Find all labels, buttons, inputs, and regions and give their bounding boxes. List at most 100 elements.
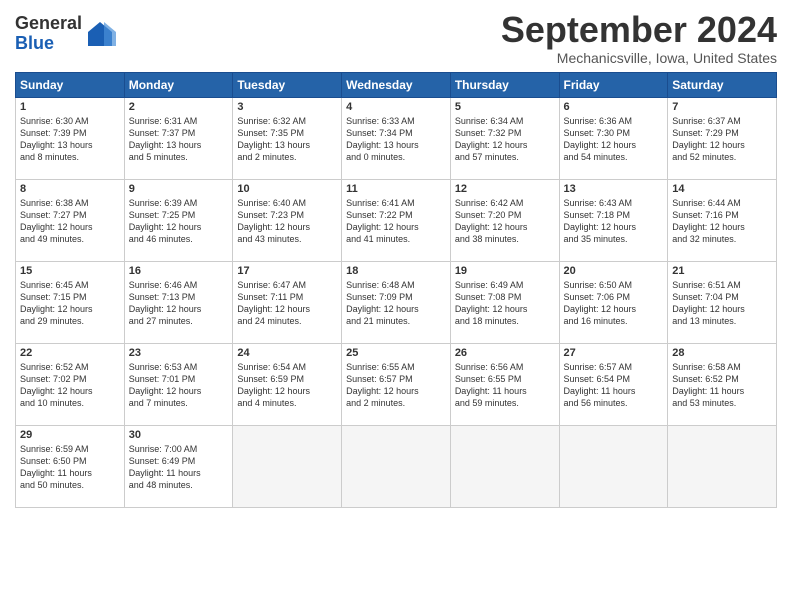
day-number: 24 xyxy=(237,347,337,359)
cell-info: Sunrise: 6:57 AMSunset: 6:54 PMDaylight:… xyxy=(564,361,664,410)
table-cell: 23Sunrise: 6:53 AMSunset: 7:01 PMDayligh… xyxy=(124,343,233,425)
cell-info: Sunrise: 6:34 AMSunset: 7:32 PMDaylight:… xyxy=(455,115,555,164)
day-number: 22 xyxy=(20,347,120,359)
col-monday: Monday xyxy=(124,72,233,97)
day-number: 18 xyxy=(346,265,446,277)
day-number: 20 xyxy=(564,265,664,277)
page-container: General Blue September 2024 Mechanicsvil… xyxy=(0,0,792,518)
cell-info: Sunrise: 6:49 AMSunset: 7:08 PMDaylight:… xyxy=(455,279,555,328)
cell-info: Sunrise: 6:42 AMSunset: 7:20 PMDaylight:… xyxy=(455,197,555,246)
cell-info: Sunrise: 6:38 AMSunset: 7:27 PMDaylight:… xyxy=(20,197,120,246)
day-number: 25 xyxy=(346,347,446,359)
col-tuesday: Tuesday xyxy=(233,72,342,97)
header: General Blue September 2024 Mechanicsvil… xyxy=(15,10,777,66)
cell-info: Sunrise: 6:51 AMSunset: 7:04 PMDaylight:… xyxy=(672,279,772,328)
day-number: 27 xyxy=(564,347,664,359)
col-friday: Friday xyxy=(559,72,668,97)
table-cell: 8Sunrise: 6:38 AMSunset: 7:27 PMDaylight… xyxy=(16,179,125,261)
day-number: 16 xyxy=(129,265,229,277)
day-number: 4 xyxy=(346,101,446,113)
cell-info: Sunrise: 7:00 AMSunset: 6:49 PMDaylight:… xyxy=(129,443,229,492)
week-row-3: 15 Sunrise: 6:45 AMSunset: 7:15 PMDayligh… xyxy=(16,261,777,343)
table-cell: 19 Sunrise: 6:49 AMSunset: 7:08 PMDayligh… xyxy=(450,261,559,343)
table-cell: 6 Sunrise: 6:36 AMSunset: 7:30 PMDaylight… xyxy=(559,97,668,179)
table-cell: 15 Sunrise: 6:45 AMSunset: 7:15 PMDayligh… xyxy=(16,261,125,343)
cell-info: Sunrise: 6:50 AMSunset: 7:06 PMDaylight:… xyxy=(564,279,664,328)
cell-info: Sunrise: 6:39 AMSunset: 7:25 PMDaylight:… xyxy=(129,197,229,246)
calendar-table: Sunday Monday Tuesday Wednesday Thursday… xyxy=(15,72,777,508)
cell-info: Sunrise: 6:59 AMSunset: 6:50 PMDaylight:… xyxy=(20,443,120,492)
table-cell: 5 Sunrise: 6:34 AMSunset: 7:32 PMDaylight… xyxy=(450,97,559,179)
table-cell: 21 Sunrise: 6:51 AMSunset: 7:04 PMDayligh… xyxy=(668,261,777,343)
table-cell: 11Sunrise: 6:41 AMSunset: 7:22 PMDayligh… xyxy=(342,179,451,261)
cell-info: Sunrise: 6:32 AMSunset: 7:35 PMDaylight:… xyxy=(237,115,337,164)
table-cell: 26 Sunrise: 6:56 AMSunset: 6:55 PMDayligh… xyxy=(450,343,559,425)
day-number: 10 xyxy=(237,183,337,195)
table-cell: 7Sunrise: 6:37 AMSunset: 7:29 PMDaylight… xyxy=(668,97,777,179)
day-number: 12 xyxy=(455,183,555,195)
cell-info: Sunrise: 6:46 AMSunset: 7:13 PMDaylight:… xyxy=(129,279,229,328)
cell-info: Sunrise: 6:31 AMSunset: 7:37 PMDaylight:… xyxy=(129,115,229,164)
day-number: 14 xyxy=(672,183,772,195)
day-number: 5 xyxy=(455,101,555,113)
header-row: Sunday Monday Tuesday Wednesday Thursday… xyxy=(16,72,777,97)
cell-info: Sunrise: 6:56 AMSunset: 6:55 PMDaylight:… xyxy=(455,361,555,410)
day-number: 7 xyxy=(672,101,772,113)
table-cell: 3 Sunrise: 6:32 AMSunset: 7:35 PMDaylight… xyxy=(233,97,342,179)
location: Mechanicsville, Iowa, United States xyxy=(501,50,777,66)
day-number: 26 xyxy=(455,347,555,359)
table-cell: 13Sunrise: 6:43 AMSunset: 7:18 PMDayligh… xyxy=(559,179,668,261)
table-cell: 18 Sunrise: 6:48 AMSunset: 7:09 PMDayligh… xyxy=(342,261,451,343)
table-cell xyxy=(559,425,668,507)
day-number: 15 xyxy=(20,265,120,277)
table-cell: 30 Sunrise: 7:00 AMSunset: 6:49 PMDayligh… xyxy=(124,425,233,507)
logo-text: General Blue xyxy=(15,14,116,54)
table-cell: 24Sunrise: 6:54 AMSunset: 6:59 PMDayligh… xyxy=(233,343,342,425)
table-cell: 2 Sunrise: 6:31 AMSunset: 7:37 PMDaylight… xyxy=(124,97,233,179)
cell-info: Sunrise: 6:44 AMSunset: 7:16 PMDaylight:… xyxy=(672,197,772,246)
table-cell: 16 Sunrise: 6:46 AMSunset: 7:13 PMDayligh… xyxy=(124,261,233,343)
table-cell: 29 Sunrise: 6:59 AMSunset: 6:50 PMDayligh… xyxy=(16,425,125,507)
day-number: 19 xyxy=(455,265,555,277)
table-cell: 20 Sunrise: 6:50 AMSunset: 7:06 PMDayligh… xyxy=(559,261,668,343)
week-row-2: 8Sunrise: 6:38 AMSunset: 7:27 PMDaylight… xyxy=(16,179,777,261)
day-number: 29 xyxy=(20,429,120,441)
cell-info: Sunrise: 6:48 AMSunset: 7:09 PMDaylight:… xyxy=(346,279,446,328)
day-number: 17 xyxy=(237,265,337,277)
table-cell: 17 Sunrise: 6:47 AMSunset: 7:11 PMDayligh… xyxy=(233,261,342,343)
table-cell: 14 Sunrise: 6:44 AMSunset: 7:16 PMDayligh… xyxy=(668,179,777,261)
cell-info: Sunrise: 6:47 AMSunset: 7:11 PMDaylight:… xyxy=(237,279,337,328)
logo-icon xyxy=(84,18,116,50)
day-number: 1 xyxy=(20,101,120,113)
day-number: 11 xyxy=(346,183,446,195)
day-number: 3 xyxy=(237,101,337,113)
day-number: 2 xyxy=(129,101,229,113)
cell-info: Sunrise: 6:40 AMSunset: 7:23 PMDaylight:… xyxy=(237,197,337,246)
table-cell: 12 Sunrise: 6:42 AMSunset: 7:20 PMDayligh… xyxy=(450,179,559,261)
month-title: September 2024 xyxy=(501,10,777,50)
table-cell: 4 Sunrise: 6:33 AMSunset: 7:34 PMDaylight… xyxy=(342,97,451,179)
cell-info: Sunrise: 6:45 AMSunset: 7:15 PMDaylight:… xyxy=(20,279,120,328)
table-cell: 28Sunrise: 6:58 AMSunset: 6:52 PMDayligh… xyxy=(668,343,777,425)
day-number: 30 xyxy=(129,429,229,441)
table-cell: 25 Sunrise: 6:55 AMSunset: 6:57 PMDayligh… xyxy=(342,343,451,425)
day-number: 21 xyxy=(672,265,772,277)
col-wednesday: Wednesday xyxy=(342,72,451,97)
week-row-4: 22Sunrise: 6:52 AMSunset: 7:02 PMDayligh… xyxy=(16,343,777,425)
cell-info: Sunrise: 6:33 AMSunset: 7:34 PMDaylight:… xyxy=(346,115,446,164)
col-thursday: Thursday xyxy=(450,72,559,97)
cell-info: Sunrise: 6:43 AMSunset: 7:18 PMDaylight:… xyxy=(564,197,664,246)
table-cell: 22Sunrise: 6:52 AMSunset: 7:02 PMDayligh… xyxy=(16,343,125,425)
cell-info: Sunrise: 6:58 AMSunset: 6:52 PMDaylight:… xyxy=(672,361,772,410)
day-number: 6 xyxy=(564,101,664,113)
cell-info: Sunrise: 6:36 AMSunset: 7:30 PMDaylight:… xyxy=(564,115,664,164)
table-cell xyxy=(668,425,777,507)
table-cell xyxy=(342,425,451,507)
table-cell: 10 Sunrise: 6:40 AMSunset: 7:23 PMDayligh… xyxy=(233,179,342,261)
table-cell: 1 Sunrise: 6:30 AMSunset: 7:39 PMDaylight… xyxy=(16,97,125,179)
col-sunday: Sunday xyxy=(16,72,125,97)
title-block: September 2024 Mechanicsville, Iowa, Uni… xyxy=(501,10,777,66)
cell-info: Sunrise: 6:55 AMSunset: 6:57 PMDaylight:… xyxy=(346,361,446,410)
table-cell: 9Sunrise: 6:39 AMSunset: 7:25 PMDaylight… xyxy=(124,179,233,261)
cell-info: Sunrise: 6:30 AMSunset: 7:39 PMDaylight:… xyxy=(20,115,120,164)
